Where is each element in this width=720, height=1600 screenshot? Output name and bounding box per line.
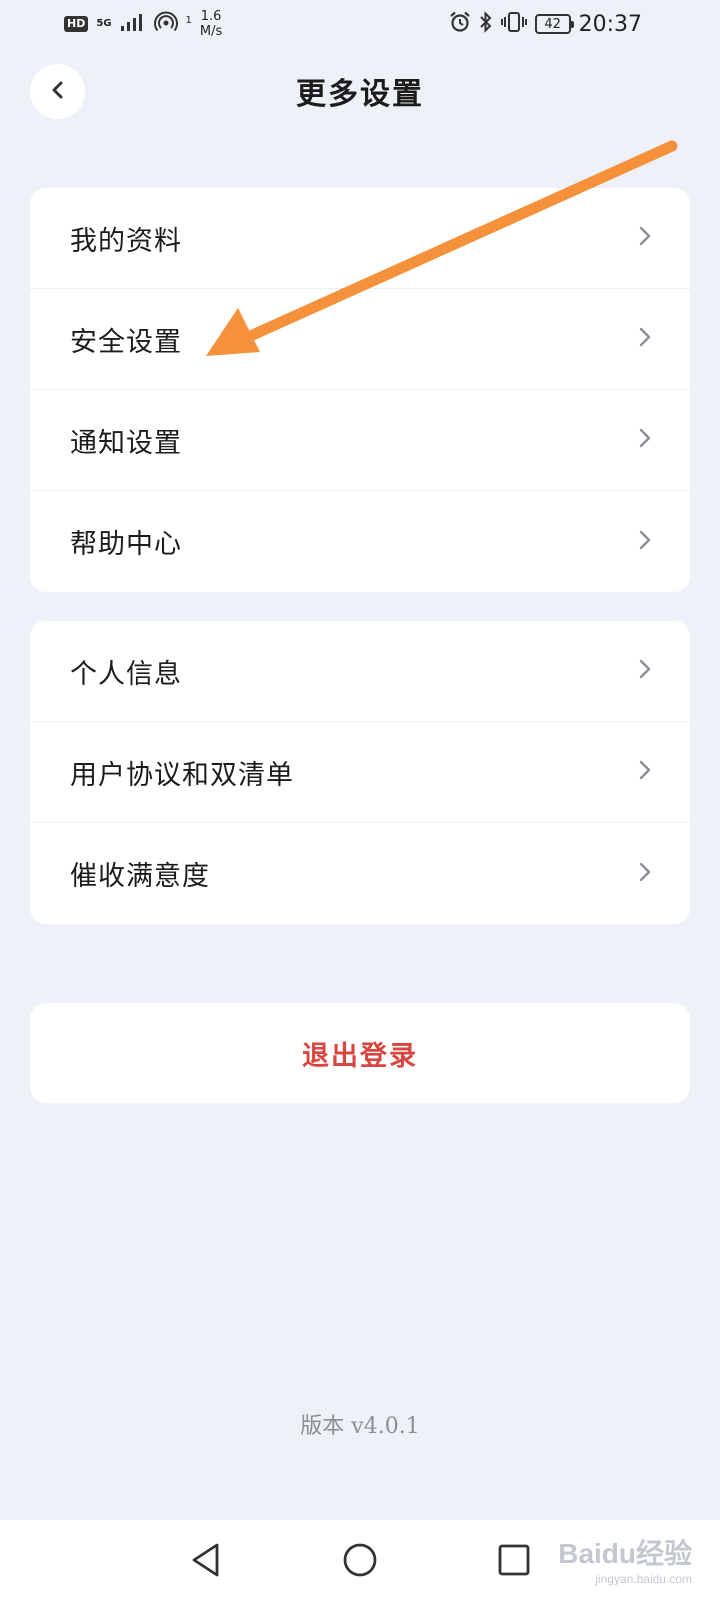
chevron-right-icon <box>638 426 652 454</box>
bluetooth-icon <box>479 11 493 37</box>
hotspot-count: 1 <box>185 15 192 26</box>
menu-item-notification-settings[interactable]: 通知设置 <box>30 390 690 491</box>
settings-group-1: 我的资料 安全设置 通知设置 帮助中心 <box>30 188 690 592</box>
watermark: Baidu经验 jingyan.baidu.com <box>558 1532 692 1586</box>
menu-item-label: 帮助中心 <box>70 529 182 560</box>
status-bar: HD 5G 1 1.6 M/s 42 20:37 <box>0 0 720 48</box>
menu-item-label: 催收满意度 <box>70 861 210 892</box>
menu-item-label: 个人信息 <box>70 658 182 690</box>
watermark-sub: jingyan.baidu.com <box>595 1572 692 1586</box>
version-label: 版本 v4.0.1 <box>300 1414 420 1439</box>
battery-icon: 42 <box>534 14 574 34</box>
signal-icon <box>120 12 146 36</box>
battery-level: 42 <box>544 16 561 32</box>
chevron-left-icon <box>49 79 67 105</box>
speed-unit: M/s <box>199 24 223 39</box>
network-type: 5G <box>96 18 112 29</box>
menu-item-security-settings[interactable]: 安全设置 <box>30 289 690 390</box>
status-right: 42 20:37 <box>449 11 642 37</box>
page-title: 更多设置 <box>296 77 424 112</box>
back-button[interactable] <box>30 64 85 119</box>
vibrate-icon <box>500 11 527 37</box>
menu-item-personal-info[interactable]: 个人信息 <box>30 621 690 722</box>
menu-item-label: 用户协议和双清单 <box>70 759 294 791</box>
settings-group-2: 个人信息 用户协议和双清单 催收满意度 <box>30 621 690 924</box>
logout-button[interactable]: 退出登录 <box>30 1003 690 1103</box>
nav-home-button[interactable] <box>338 1538 382 1582</box>
chevron-right-icon <box>638 657 652 685</box>
menu-item-collection-satisfaction[interactable]: 催收满意度 <box>30 823 690 924</box>
watermark-main: Baidu经验 <box>558 1538 692 1569</box>
menu-item-my-profile[interactable]: 我的资料 <box>30 188 690 289</box>
clock: 20:37 <box>578 11 642 37</box>
hotspot-icon <box>153 11 178 37</box>
menu-item-label: 我的资料 <box>70 225 182 257</box>
chevron-right-icon <box>638 325 652 353</box>
alarm-icon <box>449 11 471 37</box>
nav-recents-button[interactable] <box>492 1538 536 1582</box>
menu-item-user-agreement[interactable]: 用户协议和双清单 <box>30 722 690 823</box>
header: 更多设置 <box>0 56 720 126</box>
chevron-right-icon <box>638 860 652 888</box>
menu-item-label: 通知设置 <box>70 427 182 459</box>
speed-value: 1.6 <box>200 9 222 24</box>
network-speed: 1.6 M/s <box>200 9 222 39</box>
chevron-right-icon <box>638 528 652 556</box>
nav-back-button[interactable] <box>184 1538 228 1582</box>
logout-label: 退出登录 <box>302 1040 418 1072</box>
chevron-right-icon <box>638 224 652 252</box>
hd-badge: HD <box>64 16 89 32</box>
chevron-right-icon <box>638 758 652 786</box>
menu-item-help-center[interactable]: 帮助中心 <box>30 491 690 592</box>
status-left: HD 5G 1 1.6 M/s <box>64 9 222 39</box>
menu-item-label: 安全设置 <box>70 326 182 358</box>
